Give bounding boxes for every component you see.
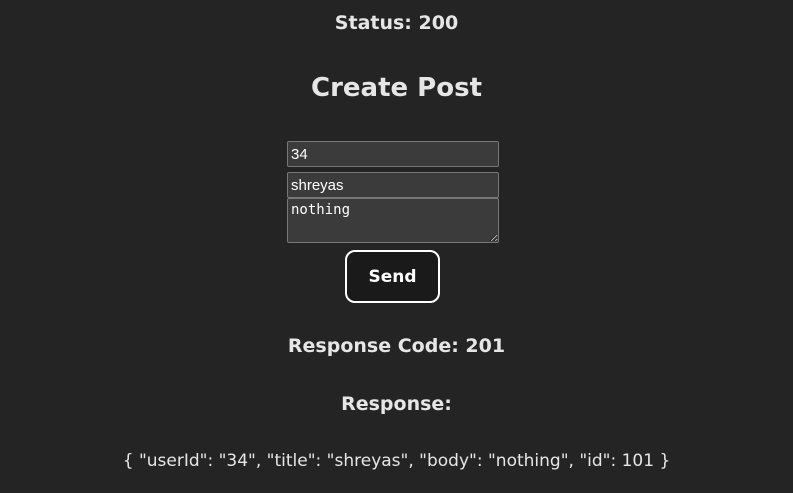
user-id-input[interactable]: [287, 141, 499, 167]
response-heading: Response:: [341, 393, 452, 415]
send-button[interactable]: Send: [345, 250, 440, 303]
body-textarea[interactable]: nothing: [287, 198, 499, 243]
response-code: Response Code: 201: [287, 335, 506, 357]
page-title: Create Post: [310, 73, 483, 103]
status-text: Status: 200: [334, 12, 459, 34]
response-body: { "userId": "34", "title": "shreyas", "b…: [122, 451, 671, 471]
title-input[interactable]: [287, 172, 499, 198]
